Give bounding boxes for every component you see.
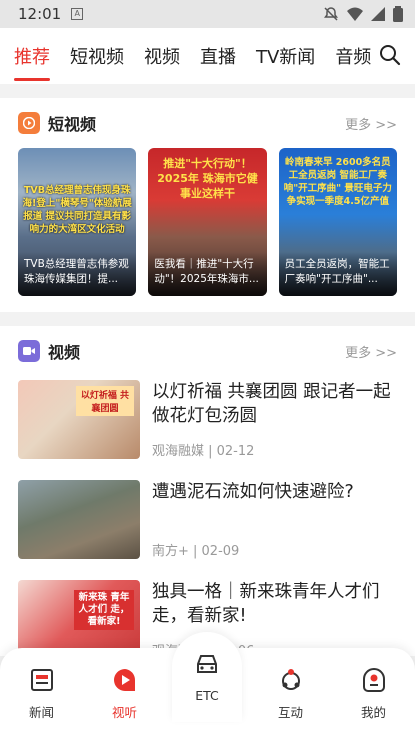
- tab-tv-news[interactable]: TV新闻: [256, 43, 315, 69]
- tab-recommend[interactable]: 推荐: [14, 43, 50, 81]
- status-bar: 12:01 A: [0, 0, 415, 28]
- nav-mine-label: 我的: [360, 705, 386, 720]
- nav-interact[interactable]: 互动: [249, 648, 332, 738]
- nav-etc[interactable]: ETC: [172, 632, 242, 722]
- short-video-card[interactable]: 推进"十大行动"！2025年 珠海市它健事业这样干 医我看｜推进"十大行动"！2…: [148, 148, 267, 296]
- short-video-headline: 推进"十大行动"！2025年 珠海市它健事业这样干: [157, 157, 258, 200]
- video-list-item[interactable]: 以灯祈福 共襄团圆 以灯祈福 共襄团圆 跟记者一起做花灯包汤圆 观海融媒 | 0…: [0, 380, 415, 459]
- battery-icon: [393, 6, 403, 22]
- short-video-caption: 医我看｜推进"十大行动"！2025年珠海市...: [148, 252, 267, 296]
- interact-icon: [281, 669, 300, 690]
- video-item-title: 以灯祈福 共襄团圆 跟记者一起做花灯包汤圆: [152, 382, 391, 426]
- nav-etc-label: ETC: [195, 688, 219, 703]
- nav-mine[interactable]: 我的: [332, 648, 415, 738]
- newspaper-icon: [30, 669, 53, 691]
- video-thumbnail-text: 新来珠 青年人才们 走，看新家!: [74, 590, 134, 630]
- short-video-icon: [18, 112, 40, 134]
- nav-interact-label: 互动: [277, 705, 303, 720]
- short-video-card[interactable]: 岭南春来早 2600多名员工全员返岗 智能工厂奏响"开工序曲" 景旺电子力争实现…: [278, 148, 397, 296]
- video-header: 视频 更多 >>: [0, 326, 415, 376]
- tab-audio[interactable]: 音频: [335, 43, 371, 69]
- nav-audiovisual-label: 视听: [111, 705, 137, 720]
- video-title: 视频: [48, 343, 81, 362]
- status-icons: [323, 6, 403, 22]
- short-video-section: 短视频 更多 >> TVB总经理曾志伟现身珠海!登上"横琴号"体验航展报道 提议…: [0, 98, 415, 312]
- video-thumbnail: 以灯祈福 共襄团圆: [18, 380, 140, 459]
- video-item-title: 独具一格｜新来珠青年人才们走，看新家!: [152, 582, 380, 626]
- video-item-meta: 观海融媒 | 02-12: [152, 444, 255, 459]
- search-icon[interactable]: [379, 44, 401, 66]
- short-video-caption: 员工全员返岗，智能工厂奏响"开工序曲"...: [278, 252, 397, 296]
- video-thumbnail: [18, 480, 140, 559]
- tab-short-video[interactable]: 短视频: [70, 43, 124, 69]
- nav-news[interactable]: 新闻: [0, 648, 83, 738]
- short-video-title: 短视频: [48, 115, 97, 134]
- status-time: 12:01: [18, 5, 62, 23]
- tab-live[interactable]: 直播: [200, 43, 236, 69]
- video-section: 视频 更多 >> 以灯祈福 共襄团圆 以灯祈福 共襄团圆 跟记者一起做花灯包汤圆…: [0, 326, 415, 659]
- short-video-header: 短视频 更多 >>: [0, 98, 415, 148]
- short-video-headline: 岭南春来早 2600多名员工全员返岗 智能工厂奏响"开工序曲" 景旺电子力争实现…: [283, 157, 392, 207]
- video-more-link[interactable]: 更多 >>: [345, 342, 397, 361]
- video-camera-icon: [18, 340, 40, 362]
- video-item-title: 遭遇泥石流如何快速避险?: [152, 482, 354, 502]
- nav-audiovisual[interactable]: 视听: [83, 648, 166, 738]
- wifi-icon: [347, 7, 363, 21]
- short-video-more-link[interactable]: 更多 >>: [345, 114, 397, 133]
- profile-icon: [362, 667, 385, 692]
- tab-video[interactable]: 视频: [144, 43, 180, 69]
- mute-icon: [324, 7, 338, 21]
- status-a-icon: A: [71, 8, 84, 20]
- signal-icon: [371, 7, 385, 21]
- video-thumbnail-text: 以灯祈福 共襄团圆: [76, 386, 134, 416]
- nav-news-label: 新闻: [28, 705, 54, 720]
- channel-tabs: 推荐 短视频 视频 直播 TV新闻 音频: [0, 28, 415, 84]
- video-item-meta: 南方+ | 02-09: [152, 544, 240, 559]
- short-video-caption: TVB总经理曾志伟参观珠海传媒集团！提...: [18, 252, 137, 296]
- short-video-headline: TVB总经理曾志伟现身珠海!登上"横琴号"体验航展报道 提议共同打造具有影响力的…: [22, 185, 132, 235]
- video-list-item[interactable]: 遭遇泥石流如何快速避险? 南方+ | 02-09: [0, 480, 415, 559]
- play-bubble-icon: [113, 669, 135, 691]
- short-video-list: TVB总经理曾志伟现身珠海!登上"横琴号"体验航展报道 提议共同打造具有影响力的…: [0, 148, 415, 296]
- short-video-card[interactable]: TVB总经理曾志伟现身珠海!登上"横琴号"体验航展报道 提议共同打造具有影响力的…: [18, 148, 137, 296]
- car-icon: [197, 655, 217, 673]
